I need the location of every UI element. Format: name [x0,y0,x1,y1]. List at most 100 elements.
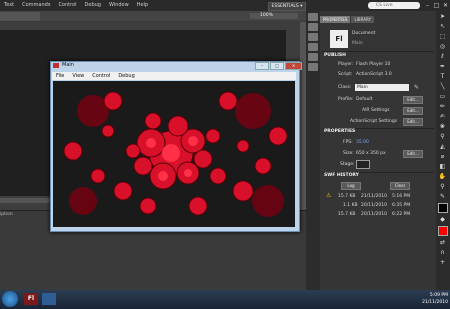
stroke-color-icon[interactable]: ✎ [438,192,447,201]
subselection-tool-icon[interactable]: ↖ [438,22,447,31]
doc-name: Main [352,41,363,46]
snap-icon[interactable]: ∩ [438,248,447,257]
workspace-switcher[interactable]: ESSENTIALS ▾ [268,2,306,11]
menu-control[interactable]: Control [54,0,80,11]
size-value: 650 x 350 px [356,151,386,156]
hand-tool-icon[interactable]: ✋ [438,172,447,181]
menu-help[interactable]: Help [133,0,152,11]
history-date: 20/11/2010 [361,212,387,217]
player-menu-file[interactable]: File [52,72,68,80]
fill-swatch[interactable] [438,226,448,236]
history-date: 20/11/2010 [361,203,387,208]
bottom-panel-tab[interactable]: iption [0,212,20,219]
history-size: 1.1 KB [343,203,358,208]
properties-header[interactable]: PROPERTIES [324,129,355,134]
edit-as-button[interactable]: Edit... [403,118,423,126]
swap-colors-icon[interactable]: ⇄ [438,238,447,247]
eyedropper-icon[interactable]: ⌀ [438,152,447,161]
document-tab[interactable] [0,12,40,21]
search-input[interactable]: CS Live [368,2,420,9]
stage-label: Stage: [340,162,355,167]
panel-icon-strip [306,11,320,290]
fps-label: FPS: [343,140,353,145]
history-date: 21/11/2010 [361,194,387,199]
warning-icon: ⚠ [326,192,332,199]
panel-icon[interactable] [308,23,318,31]
clear-button[interactable]: Clear [390,182,410,190]
divider [322,51,434,52]
player-menu-control[interactable]: Control [88,72,114,80]
swf-history-header[interactable]: SWF HISTORY [324,173,359,178]
pencil-icon[interactable]: ✎ [414,84,419,91]
player-app-icon [53,63,59,68]
line-tool-icon[interactable]: ╲ [438,82,447,91]
history-size: 15.7 KB [338,194,356,199]
taskbar [0,290,450,309]
tab-properties[interactable]: PROPERTIES [320,16,351,23]
player-title: Main [62,62,74,68]
panel-icon[interactable] [308,43,318,51]
pen-tool-icon[interactable]: ✒ [438,62,447,71]
history-time: 5:16 PM [392,194,411,199]
class-label: Class: [338,85,352,90]
start-button[interactable] [2,291,18,307]
fill-color-icon[interactable]: ◆ [438,215,447,224]
script-label: Script: [338,72,353,77]
rectangle-tool-icon[interactable]: ▭ [438,92,447,101]
red-bubbles-artwork [53,81,295,227]
pencil-tool-icon[interactable]: ✏ [438,102,447,111]
system-tray[interactable]: 5:09 PM 21/11/2010 [392,292,448,307]
smooth-icon[interactable]: + [438,258,447,267]
history-time: 6:35 PM [392,203,411,208]
eraser-tool-icon[interactable]: ◧ [438,162,447,171]
player-maximize-icon[interactable]: □ [270,62,284,70]
flash-taskbar-icon[interactable]: Fl [24,293,38,305]
player-content[interactable] [53,81,295,227]
class-input[interactable]: Main [355,84,409,91]
tab-library[interactable]: LIBRARY [351,16,374,23]
script-value: ActionScript 3.0 [356,72,392,77]
panel-icon[interactable] [308,13,318,21]
bone-tool-icon[interactable]: ⚲ [438,132,447,141]
player-close-icon[interactable]: ✕ [285,62,302,70]
player-menu-debug[interactable]: Debug [114,72,138,80]
selection-tool-icon[interactable]: ➤ [438,12,447,21]
profile-label: Profile: [338,97,354,102]
menu-commands[interactable]: Commands [18,0,54,11]
3d-rotation-icon[interactable]: ◎ [438,42,447,51]
deco-tool-icon[interactable]: ❀ [438,122,447,131]
size-label: Size: [343,151,354,156]
paint-bucket-icon[interactable]: ◭ [438,142,447,151]
minimize-icon[interactable]: – [424,1,431,10]
edit-profile-button[interactable]: Edit... [403,96,423,104]
player-window-controls: – □ ✕ [255,62,302,70]
menu-text[interactable]: Text [0,0,18,11]
panel-icon[interactable] [308,33,318,41]
player-minimize-icon[interactable]: – [255,62,269,70]
brush-tool-icon[interactable]: ✍ [438,112,447,121]
zoom-tool-icon[interactable]: ⚲ [438,182,447,191]
properties-tabs: PROPERTIES LIBRARY [320,16,374,23]
close-icon[interactable]: ✕ [442,1,449,10]
publish-header[interactable]: PUBLISH [324,53,346,58]
stroke-swatch[interactable] [438,203,448,213]
history-size: 15.7 KB [338,212,356,217]
window-controls: – □ ✕ [424,1,450,10]
text-tool-icon[interactable]: T [438,72,447,81]
clock-date: 21/11/2010 [422,300,448,305]
menu-debug[interactable]: Debug [81,0,105,11]
zoom-select[interactable]: 100% [250,13,298,19]
player-taskbar-icon[interactable] [42,293,56,305]
player-menu-view[interactable]: View [68,72,88,80]
fps-value[interactable]: 35.00 [356,140,369,145]
menu-window[interactable]: Window [105,0,133,11]
panel-icon[interactable] [308,53,318,61]
edit-size-button[interactable]: Edit... [403,150,423,158]
edit-air-button[interactable]: Edit... [403,107,423,115]
panel-icon[interactable] [308,63,318,71]
free-transform-icon[interactable]: ⬚ [438,32,447,41]
lasso-tool-icon[interactable]: ℓ [438,52,447,61]
log-button[interactable]: Log [341,182,361,190]
maximize-icon[interactable]: □ [433,1,440,10]
stage-color-swatch[interactable] [356,160,370,169]
